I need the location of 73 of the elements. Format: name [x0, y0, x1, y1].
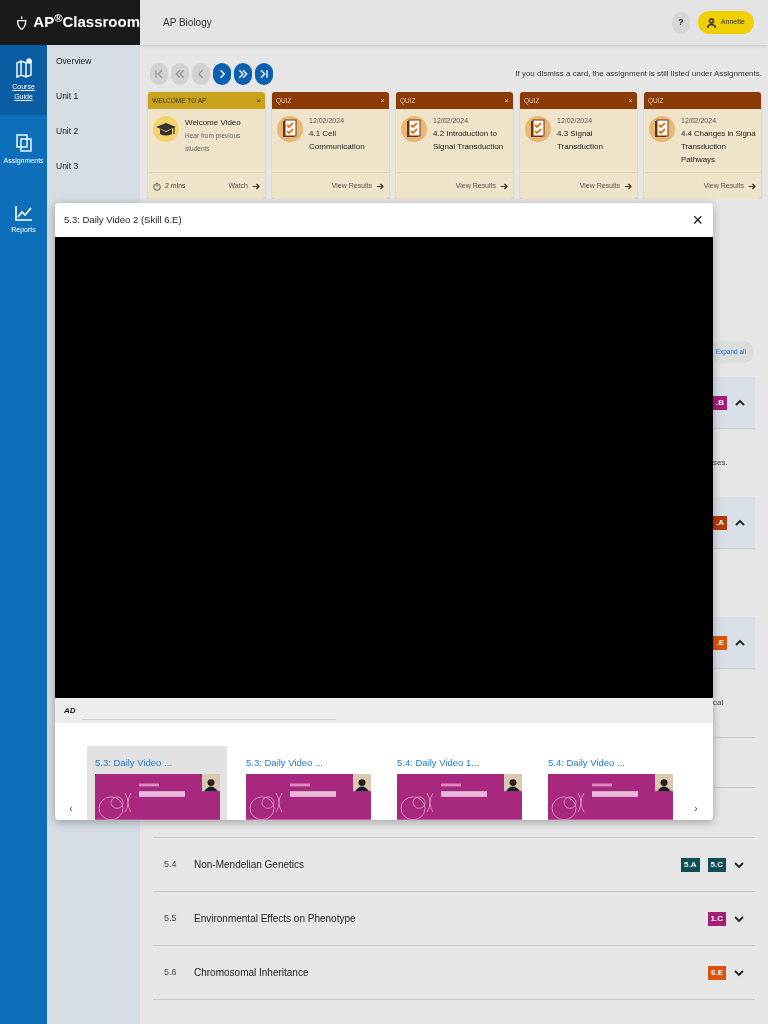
chevron-down-icon[interactable]: [734, 914, 744, 923]
unit-link[interactable]: Unit 1: [47, 88, 140, 123]
pager-button[interactable]: [234, 63, 252, 85]
video-item[interactable]: 5.3: Daily Video ...: [87, 746, 227, 820]
topic-title: Chromosomal Inheritance: [194, 966, 310, 980]
course-title: AP Biology: [163, 16, 213, 30]
topic-title: Non-Mendelian Genetics: [194, 858, 306, 872]
first-page-icon: [153, 68, 165, 80]
topic-number: 5.5: [164, 911, 178, 925]
video-title: 5.3: Daily Video ...: [95, 756, 173, 770]
close-button[interactable]: ×: [380, 96, 385, 105]
next-button[interactable]: ›: [680, 800, 712, 816]
topic-title: Environmental Effects on Phenotype: [194, 912, 357, 926]
skill-tag: 5.C: [707, 857, 726, 872]
skill-tag: 5.A: [681, 857, 700, 872]
topic-row[interactable]: 5.5 Environmental Effects on Phenotype 1.C: [153, 891, 755, 945]
dialog-title: 5.3: Daily Video 2 (Skill 6.E): [64, 212, 182, 227]
unit-link[interactable]: Overview: [47, 53, 140, 88]
chevron-up-icon[interactable]: [735, 398, 745, 407]
checklist-icon: [277, 116, 303, 142]
skill-tag: .A: [713, 515, 727, 530]
checklist-icon: [649, 116, 675, 142]
video-title: 5.4: Daily Video ...: [548, 756, 626, 770]
skill-tag: .E: [713, 635, 727, 650]
player-logo: AD: [64, 704, 76, 717]
unit-link[interactable]: Unit 2: [47, 123, 140, 158]
topic-row[interactable]: 5.6 Chromosomal Inheritance 6.E: [153, 945, 755, 999]
card-title: 4.4 Changes in Signa Transduction Pathways: [681, 127, 757, 166]
unit-link[interactable]: Unit 3: [47, 158, 140, 193]
arrow-right-icon: [253, 182, 260, 190]
topic-number: 5.6: [164, 965, 178, 979]
close-button[interactable]: ×: [256, 96, 261, 105]
close-button[interactable]: ×: [628, 96, 633, 105]
chevron-down-icon[interactable]: [734, 968, 744, 977]
last-page-icon: [258, 68, 270, 80]
topic-description: ses.: [713, 457, 728, 469]
topic-row[interactable]: 5.4 Non-Mendelian Genetics 5.A 5.C: [153, 837, 755, 891]
notice-text: If you dismiss a card, the assignment is still listed under Assignments.: [515, 68, 762, 80]
chevron-up-icon[interactable]: [735, 518, 745, 527]
arrow-right-icon: [625, 182, 632, 190]
stopwatch-icon: [153, 181, 161, 191]
close-button[interactable]: ×: [504, 96, 509, 105]
app-logo[interactable]: AP$^{®}$Classroom: [33, 11, 140, 34]
chevron-down-icon[interactable]: [734, 860, 744, 869]
graduation-cap-icon: [153, 116, 179, 142]
chevron-up-icon[interactable]: [735, 638, 745, 647]
topic-description: cal: [713, 697, 724, 709]
skill-tag: 6.E: [708, 965, 726, 980]
person-icon: [706, 17, 716, 28]
video-title: 5.4: Daily Video 1...: [397, 756, 481, 770]
double-chevron-left-icon: [174, 68, 186, 80]
double-chevron-right-icon: [237, 68, 249, 80]
card-title: 4.2 Introduction to Signal Transduction: [433, 127, 505, 153]
card-title: Welcome Video: [185, 117, 242, 129]
previous-button[interactable]: ‹: [55, 800, 87, 816]
arrow-right-icon: [749, 182, 756, 190]
checklist-icon: [401, 116, 427, 142]
pager-button[interactable]: [255, 63, 273, 85]
skill-tag: 1.C: [707, 911, 726, 926]
skill-tag: .B: [713, 395, 727, 410]
arrow-right-icon: [377, 182, 384, 190]
close-button[interactable]: ×: [690, 211, 705, 229]
card-title: 4.1 Cell Communication: [309, 127, 366, 153]
help-button[interactable]: ?: [671, 11, 690, 34]
topic-number: 5.4: [164, 857, 178, 871]
card-title: 4.3 Signal Transduction: [557, 127, 604, 153]
copy-icon: [15, 134, 32, 152]
map-icon: [14, 58, 33, 78]
checklist-icon: [525, 116, 551, 142]
video-title: 5.3: Daily Video ...: [246, 756, 324, 770]
line-chart-icon: [14, 205, 33, 221]
arrow-right-icon: [501, 182, 508, 190]
pager-button[interactable]: [213, 63, 231, 85]
